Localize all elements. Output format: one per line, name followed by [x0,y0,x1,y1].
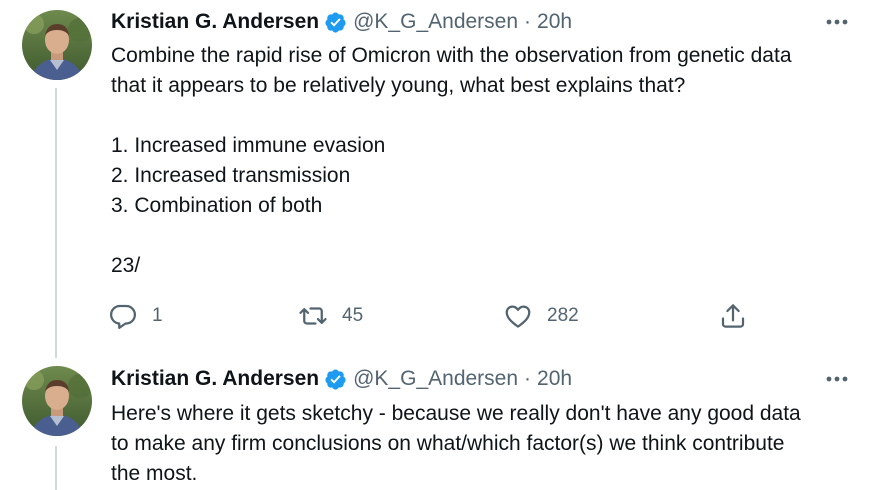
share-button[interactable] [718,300,748,332]
avatar[interactable] [22,10,92,80]
tweet[interactable]: Kristian G. Andersen @K_G_Andersen · 20h… [0,0,878,350]
avatar[interactable] [22,366,92,436]
tweet-header: Kristian G. Andersen @K_G_Andersen · 20h [111,8,858,36]
like-button[interactable]: 282 [503,300,579,332]
tweet-text-line: 3. Combination of both [111,194,323,217]
tweet-timestamp[interactable]: 20h [537,367,572,391]
tweet-text-line: 2. Increased transmission [111,164,351,187]
avatar-image [22,366,92,436]
author-name[interactable]: Kristian G. Andersen [111,10,319,34]
tweet-text-line: that it appears to be relatively young, … [111,74,686,97]
retweet-count: 45 [342,305,364,326]
more-options-icon[interactable] [824,367,850,389]
tweet-text-line: the most. [111,462,198,485]
reply-count: 1 [152,305,163,326]
avatar-image [22,10,92,80]
share-icon [721,304,745,328]
heart-icon [505,305,531,328]
author-handle[interactable]: @K_G_Andersen [353,367,518,391]
verified-badge-icon [325,368,346,390]
retweet-icon [299,307,327,325]
verified-badge-icon [325,11,346,33]
like-count: 282 [547,305,579,326]
header-separator: · [524,10,532,33]
author-handle[interactable]: @K_G_Andersen [353,10,518,34]
tweet[interactable]: Kristian G. Andersen @K_G_Andersen · 20h… [0,358,878,490]
tweet-timestamp[interactable]: 20h [537,10,572,34]
tweet-text: Here's where it gets sketchy - because w… [111,399,858,489]
tweet-text-line: 23/ [111,254,141,277]
retweet-button[interactable]: 45 [298,300,363,332]
more-options-icon[interactable] [824,10,850,32]
tweet-text-line: 1. Increased immune evasion [111,134,386,157]
reply-icon [110,304,136,329]
tweet-text-line: Combine the rapid rise of Omicron with t… [111,44,792,67]
header-separator: · [524,367,532,390]
tweet-text: Combine the rapid rise of Omicron with t… [111,41,858,281]
reply-button[interactable]: 1 [108,300,163,332]
tweet-text-line: to make any firm conclusions on what/whi… [111,432,785,455]
author-name[interactable]: Kristian G. Andersen [111,367,319,391]
tweet-actions: 1 45 282 [108,300,768,332]
tweet-text-line: Here's where it gets sketchy - because w… [111,402,801,425]
tweet-header: Kristian G. Andersen @K_G_Andersen · 20h [111,365,858,393]
